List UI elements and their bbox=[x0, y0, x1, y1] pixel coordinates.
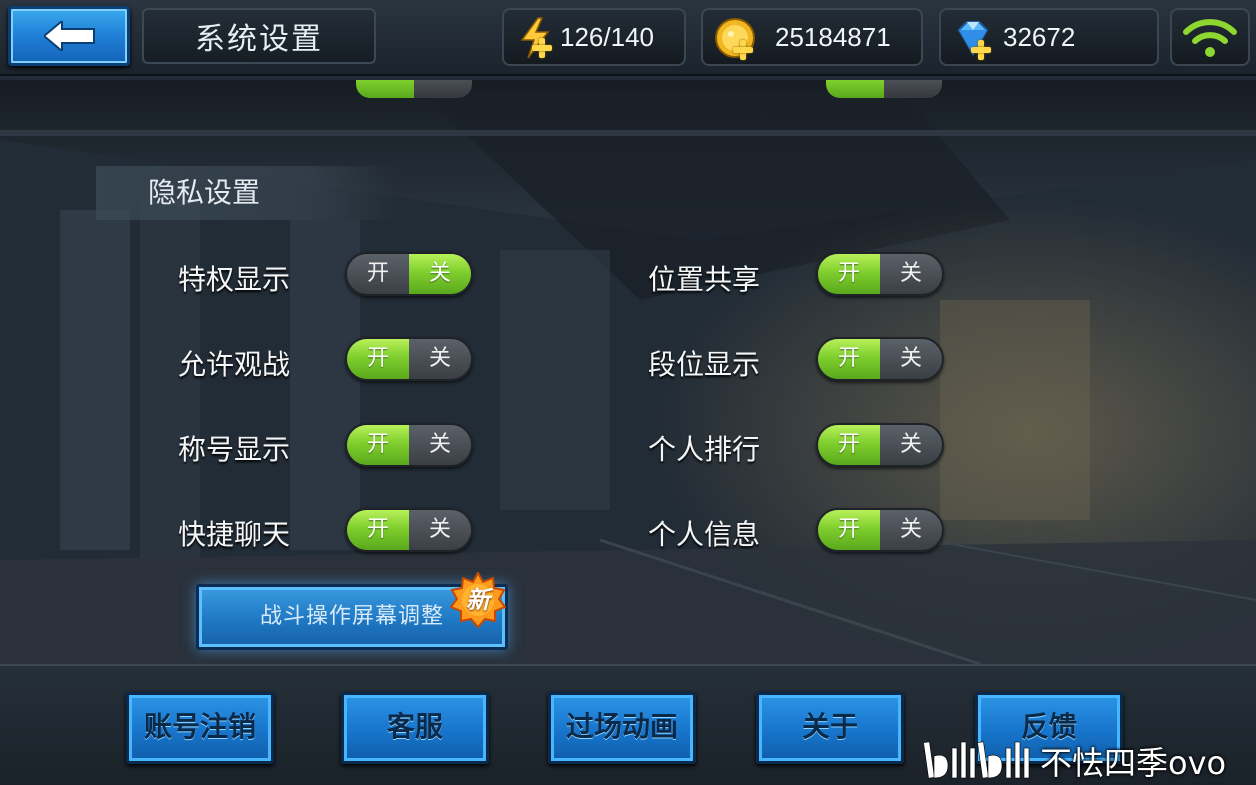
plus-icon bbox=[733, 40, 753, 60]
toggle-off-option: 关 bbox=[899, 517, 922, 542]
new-badge: 新 bbox=[449, 570, 507, 629]
toggle-off-option: 关 bbox=[899, 432, 922, 457]
gold-value: 25184871 bbox=[775, 22, 891, 52]
new-badge-text: 新 bbox=[466, 586, 490, 614]
stamina-value: 126/140 bbox=[560, 22, 654, 52]
customer-service-button[interactable]: 客服 bbox=[341, 692, 489, 764]
setting-label-rank-display: 段位显示 bbox=[648, 348, 761, 381]
diamond-counter[interactable]: 32672 bbox=[939, 8, 1159, 66]
account-cancel-button[interactable]: 账号注销 bbox=[126, 692, 274, 764]
toggle-off-option: 关 bbox=[428, 346, 451, 371]
setting-label-quick-chat: 快捷聊天 bbox=[178, 518, 291, 551]
setting-label-location-share: 位置共享 bbox=[648, 263, 761, 296]
gold-counter[interactable]: 25184871 bbox=[701, 8, 923, 66]
toggle-off-option: 关 bbox=[899, 346, 922, 371]
page-title: 系统设置 bbox=[142, 8, 376, 64]
toggle-title-display[interactable]: 开 关 bbox=[345, 423, 473, 467]
setting-label-personal-info: 个人信息 bbox=[648, 518, 761, 551]
setting-label-personal-ranking: 个人排行 bbox=[648, 433, 761, 466]
toggle-off-option: 关 bbox=[899, 261, 922, 286]
section-title-privacy: 隐私设置 bbox=[96, 166, 396, 220]
toggle-off-option: 关 bbox=[428, 432, 451, 457]
setting-label-privilege-display: 特权显示 bbox=[178, 263, 291, 296]
top-bar: 系统设置 126/140 25184871 32672 bbox=[0, 0, 1256, 76]
watermark-username: 不怯四季ovo bbox=[1040, 744, 1227, 782]
toggle-on-option: 开 bbox=[347, 339, 409, 379]
toggle-on-option: 开 bbox=[818, 510, 880, 550]
toggle-personal-ranking[interactable]: 开 关 bbox=[816, 423, 944, 467]
toggle-personal-info[interactable]: 开 关 bbox=[816, 508, 944, 552]
toggle-allow-spectate[interactable]: 开 关 bbox=[345, 337, 473, 381]
plus-icon bbox=[971, 40, 991, 60]
partial-toggle[interactable] bbox=[826, 80, 942, 98]
toggle-off-option: 关 bbox=[428, 517, 451, 542]
toggle-on-option: 开 bbox=[366, 261, 389, 286]
partial-toggle[interactable] bbox=[356, 80, 472, 98]
toggle-privilege-display[interactable]: 开 关 bbox=[345, 252, 473, 296]
stamina-counter[interactable]: 126/140 bbox=[502, 8, 686, 66]
diamond-value: 32672 bbox=[1003, 22, 1076, 52]
about-button[interactable]: 关于 bbox=[756, 692, 904, 764]
plus-icon bbox=[532, 38, 552, 58]
toggle-quick-chat[interactable]: 开 关 bbox=[345, 508, 473, 552]
back-button[interactable] bbox=[8, 6, 130, 66]
toggle-on-option: 开 bbox=[818, 254, 880, 294]
bilibili-logo bbox=[924, 741, 1030, 779]
wifi-icon bbox=[1183, 19, 1237, 57]
signal-indicator bbox=[1170, 8, 1250, 66]
setting-label-title-display: 称号显示 bbox=[178, 433, 291, 466]
back-arrow-icon bbox=[44, 21, 95, 51]
toggle-on-option: 开 bbox=[347, 425, 409, 465]
setting-label-allow-spectate: 允许观战 bbox=[178, 348, 291, 381]
cutscene-button[interactable]: 过场动画 bbox=[548, 692, 696, 764]
toggle-off-option: 关 bbox=[409, 254, 471, 294]
toggle-on-option: 开 bbox=[818, 339, 880, 379]
toggle-on-option: 开 bbox=[818, 425, 880, 465]
toggle-location-share[interactable]: 开 关 bbox=[816, 252, 944, 296]
toggle-rank-display[interactable]: 开 关 bbox=[816, 337, 944, 381]
toggle-on-option: 开 bbox=[347, 510, 409, 550]
